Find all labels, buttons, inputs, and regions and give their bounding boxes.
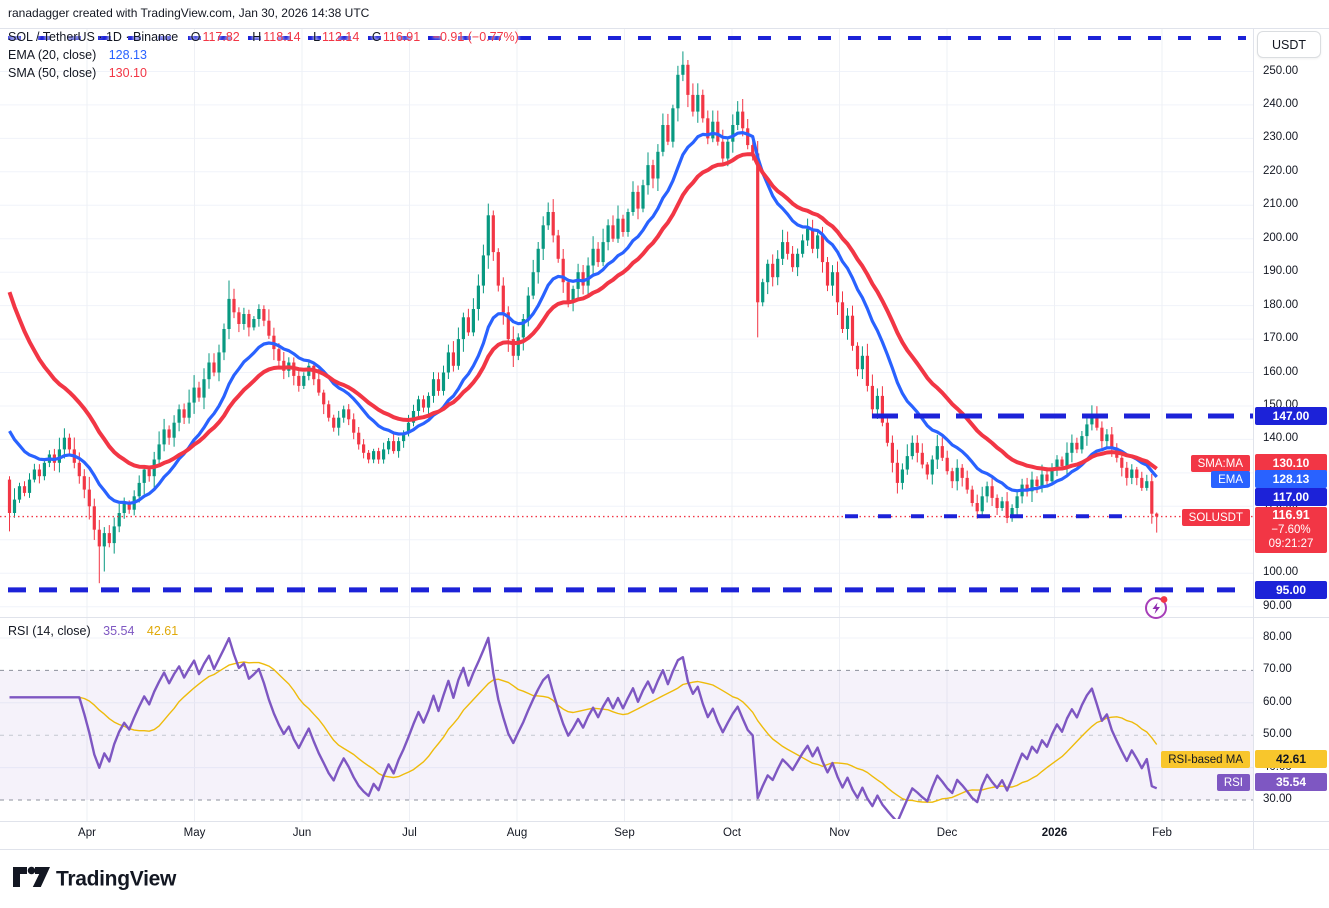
month-label: Aug <box>507 827 527 839</box>
rsi-tick-label: 50.00 <box>1263 728 1292 740</box>
price-tick-label: 100.00 <box>1263 566 1298 578</box>
month-label: Sep <box>614 827 634 839</box>
rsi-label: RSI (14, close) <box>8 624 91 638</box>
rsi-tick-label: 30.00 <box>1263 793 1292 805</box>
sma-value: 130.10 <box>109 66 147 80</box>
bar-countdown: 09:21:27 <box>1269 537 1314 552</box>
level-95-badge: 95.00 <box>1255 581 1327 599</box>
price-tick-label: 170.00 <box>1263 332 1298 344</box>
price-tick-label: 180.00 <box>1263 299 1298 311</box>
price-tick-label: 220.00 <box>1263 165 1298 177</box>
price-tick-label: 200.00 <box>1263 232 1298 244</box>
rsi-ma-axis-tag: RSI-based MA <box>1161 751 1250 768</box>
symbol-legend-row: SOL / TetherUS · 1D · Binance O117.82 H1… <box>8 30 521 44</box>
ohlc-open-value: 117.82 <box>202 30 239 44</box>
rsi-ma-value: 42.61 <box>147 624 178 638</box>
logo-seven-icon <box>33 867 50 887</box>
price-axis-divider <box>1253 28 1254 849</box>
ema-legend-row: EMA (20, close) 128.13 <box>8 48 149 62</box>
sma-label: SMA (50, close) <box>8 66 96 80</box>
rsi-tick-label: 70.00 <box>1263 663 1292 675</box>
ohlc-close-label: C <box>372 30 381 44</box>
rsi-ma-axis-badge: 42.61 <box>1255 750 1327 768</box>
change-value: −0.91 (−0.77%) <box>433 30 519 44</box>
level-117-badge: 117.00 <box>1255 488 1327 506</box>
price-tick-label: 250.00 <box>1263 65 1298 77</box>
price-chart-canvas[interactable] <box>0 0 1253 849</box>
ema-value: 128.13 <box>109 48 147 62</box>
price-tick-label: 140.00 <box>1263 432 1298 444</box>
ohlc-high-value: 118.14 <box>263 30 300 44</box>
ohlc-open-label: O <box>191 30 201 44</box>
price-tick-label: 190.00 <box>1263 265 1298 277</box>
tradingview-logo[interactable]: TradingView <box>10 860 190 899</box>
rsi-tick-label: 60.00 <box>1263 696 1292 708</box>
time-axis-divider <box>0 821 1329 822</box>
sma-axis-tag: SMA:MA <box>1191 455 1250 472</box>
ema-label: EMA (20, close) <box>8 48 96 62</box>
price-tick-label: 240.00 <box>1263 98 1298 110</box>
month-label: Dec <box>937 827 957 839</box>
current-price-value: 116.91 <box>1272 508 1310 523</box>
rsi-value: 35.54 <box>103 624 134 638</box>
month-label: Nov <box>829 827 849 839</box>
logo-one-icon <box>13 867 27 887</box>
current-price-badge: 116.91 −7.60% 09:21:27 <box>1255 507 1327 553</box>
price-tick-label: 230.00 <box>1263 131 1298 143</box>
month-label: May <box>184 827 206 839</box>
tradingview-chart-page: { "header": { "note": "ranadagger create… <box>0 0 1329 908</box>
price-tick-label: 160.00 <box>1263 366 1298 378</box>
ema-axis-badge: 128.13 <box>1255 470 1327 488</box>
symbol-title: SOL / TetherUS · 1D · Binance <box>8 30 178 44</box>
current-price-change: −7.60% <box>1271 523 1310 538</box>
logo-wordmark: TradingView <box>56 868 177 891</box>
ohlc-low-value: 112.14 <box>322 30 359 44</box>
ohlc-low-label: L <box>313 30 320 44</box>
rsi-legend-row: RSI (14, close) 35.54 42.61 <box>8 624 180 638</box>
rsi-axis-tag: RSI <box>1217 774 1250 791</box>
ema-axis-tag: EMA <box>1211 471 1250 488</box>
lightning-icon[interactable] <box>1143 594 1171 627</box>
pane-divider[interactable] <box>0 617 1329 618</box>
sma-legend-row: SMA (50, close) 130.10 <box>8 66 149 80</box>
month-label: 2026 <box>1042 827 1068 839</box>
frame-bottom-divider <box>0 849 1329 850</box>
price-tick-label: 210.00 <box>1263 198 1298 210</box>
currency-usdt-button[interactable]: USDT <box>1257 31 1321 58</box>
symbol-axis-tag: SOLUSDT <box>1182 509 1250 526</box>
rsi-axis-badge: 35.54 <box>1255 773 1327 791</box>
level-147-badge: 147.00 <box>1255 407 1327 425</box>
ohlc-close-value: 116.91 <box>383 30 420 44</box>
frame-top-divider <box>0 28 1329 29</box>
price-tick-label: 90.00 <box>1263 600 1292 612</box>
month-label: Feb <box>1152 827 1172 839</box>
month-label: Apr <box>78 827 96 839</box>
ohlc-high-label: H <box>252 30 261 44</box>
month-label: Oct <box>723 827 741 839</box>
month-label: Jun <box>293 827 312 839</box>
rsi-tick-label: 80.00 <box>1263 631 1292 643</box>
month-label: Jul <box>402 827 417 839</box>
